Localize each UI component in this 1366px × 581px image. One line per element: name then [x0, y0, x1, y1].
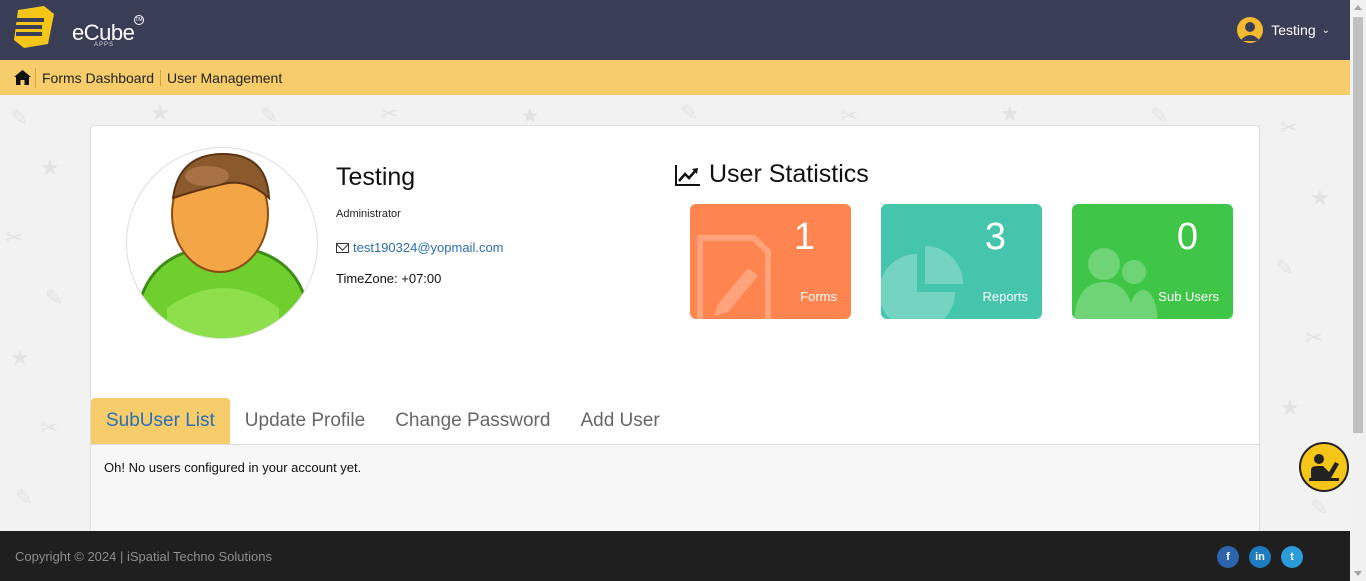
facebook-icon[interactable]: f [1217, 546, 1239, 568]
logo-subtext: APPS [94, 42, 115, 48]
stat-forms-value: 1 [793, 216, 815, 258]
tab-add-user[interactable]: Add User [565, 398, 674, 444]
profile-email-link[interactable]: test190324@yopmail.com [336, 240, 504, 255]
tab-change-password[interactable]: Change Password [380, 398, 565, 444]
ecube-logo-icon [14, 6, 54, 48]
user-menu-name: Testing [1271, 22, 1316, 38]
profile-email-text: test190324@yopmail.com [353, 240, 504, 255]
nav-forms-dashboard[interactable]: Forms Dashboard [42, 69, 162, 86]
stat-card-reports[interactable]: 3 Reports [881, 204, 1042, 319]
stat-reports-label: Reports [982, 289, 1028, 304]
tab-subuser-list[interactable]: SubUser List [91, 398, 230, 444]
user-avatar-icon [1237, 17, 1264, 43]
stat-card-forms[interactable]: 1 Forms [690, 204, 851, 319]
user-menu[interactable]: Testing ⌄ [1237, 17, 1330, 43]
profile-role: Administrator [336, 208, 401, 220]
twitter-icon[interactable]: t [1281, 546, 1303, 568]
stat-card-sub-users[interactable]: 0 Sub Users [1072, 204, 1233, 319]
users-group-icon [1074, 248, 1158, 319]
chevron-down-icon: ⌄ [1321, 24, 1330, 36]
profile-name: Testing [336, 163, 416, 191]
page-scrollbar[interactable] [1350, 0, 1366, 581]
envelope-icon [336, 242, 349, 253]
profile-timezone: TimeZone: +07:00 [336, 271, 442, 286]
stat-forms-label: Forms [800, 289, 837, 304]
user-statistics-heading: User Statistics [675, 160, 869, 189]
linkedin-icon[interactable]: in [1249, 546, 1271, 568]
scroll-up-arrow-icon[interactable] [1354, 5, 1362, 10]
page-footer: Copyright © 2024 | iSpatial Techno Solut… [0, 531, 1350, 581]
top-header: eCube APPS TM Testing ⌄ [0, 0, 1350, 60]
pie-chart-icon [881, 246, 963, 319]
profile-tabs: SubUser List Update Profile Change Passw… [91, 398, 1259, 445]
profile-avatar [126, 147, 318, 339]
stat-sub-users-label: Sub Users [1158, 289, 1219, 304]
stat-reports-value: 3 [984, 216, 1006, 258]
document-edit-icon [697, 235, 771, 319]
line-chart-icon [675, 164, 700, 186]
scrollbar-thumb[interactable] [1353, 17, 1363, 433]
scroll-down-arrow-icon[interactable] [1354, 571, 1362, 576]
stat-sub-users-value: 0 [1176, 216, 1198, 258]
empty-subusers-message: Oh! No users configured in your account … [104, 460, 362, 475]
person-at-laptop-icon [1309, 454, 1339, 481]
tab-update-profile[interactable]: Update Profile [230, 398, 380, 444]
ecube-logo[interactable]: eCube APPS TM [10, 4, 144, 52]
home-icon[interactable] [14, 67, 36, 88]
user-statistics-title: User Statistics [709, 160, 869, 188]
profile-card: Testing Administrator test190324@yopmail… [90, 125, 1260, 532]
nav-user-management[interactable]: User Management [167, 51, 288, 86]
user-avatar-illustration-icon [139, 152, 307, 338]
tab-content-panel: Oh! No users configured in your account … [91, 445, 1259, 532]
main-navbar: Forms Dashboard User Management [0, 51, 1350, 95]
help-assistant-button[interactable] [1299, 442, 1349, 492]
trademark-badge: TM [134, 15, 144, 25]
copyright-text: Copyright © 2024 | iSpatial Techno Solut… [15, 549, 272, 564]
